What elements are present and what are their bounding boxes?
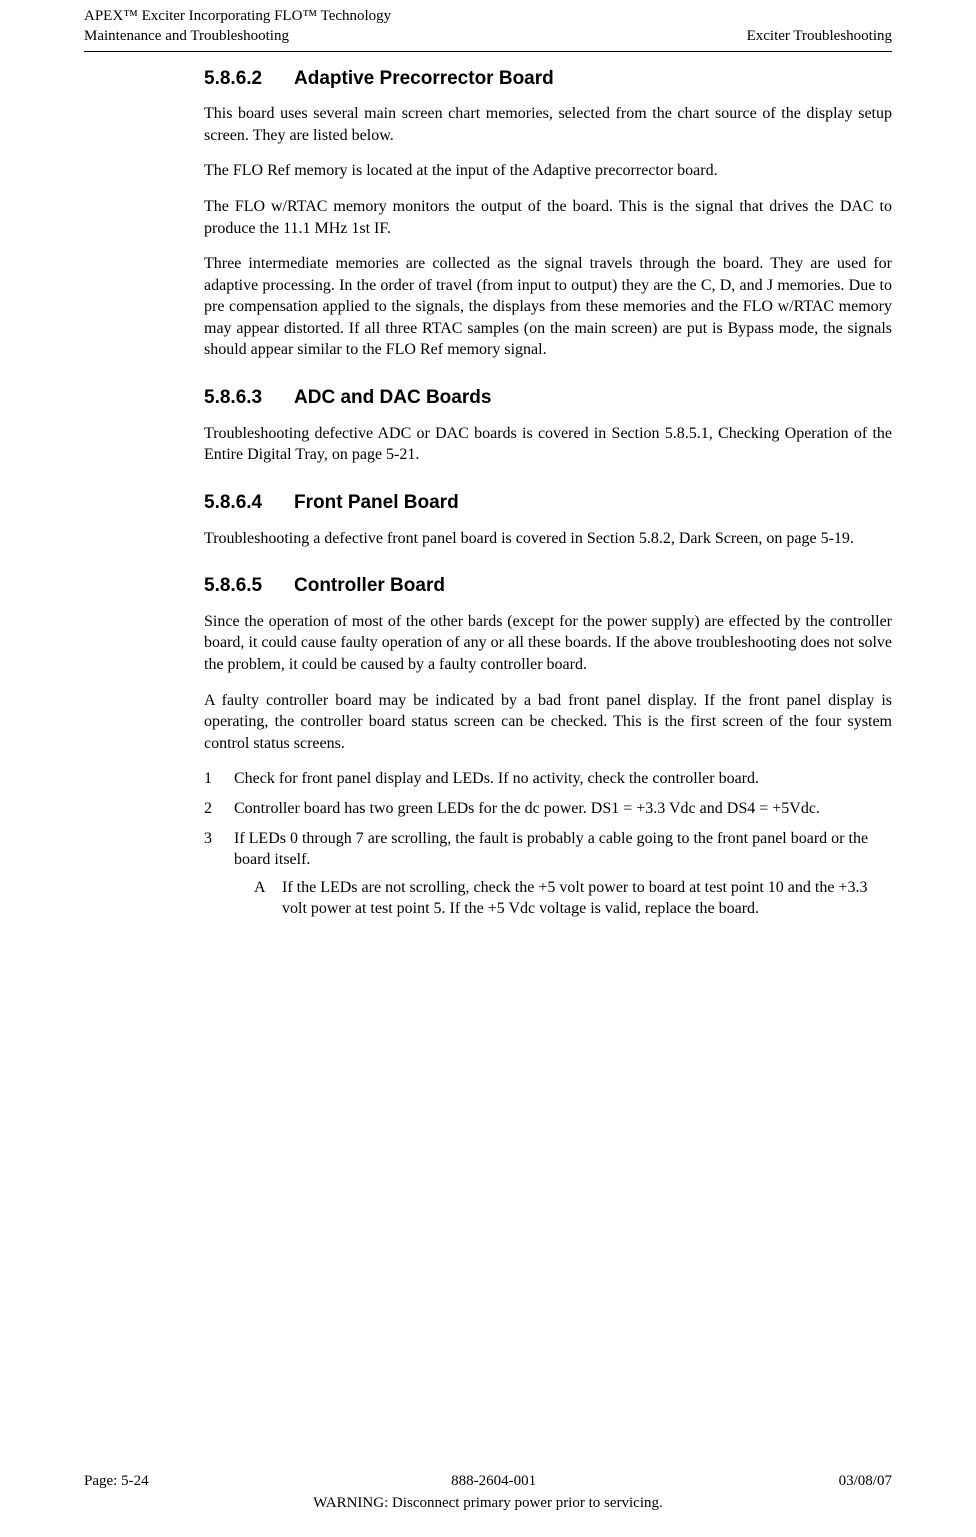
section-title: Front Panel Board [294, 492, 459, 513]
list-number: 1 [204, 768, 234, 790]
footer-warning: WARNING: Disconnect primary power prior … [84, 1493, 892, 1513]
list-text: Check for front panel display and LEDs. … [234, 768, 892, 790]
sublist-text: If the LEDs are not scrolling, check the… [282, 877, 892, 920]
section-number: 5.8.6.4 [204, 490, 290, 516]
paragraph: Troubleshooting defective ADC or DAC boa… [204, 423, 892, 466]
list-item: 1 Check for front panel display and LEDs… [204, 768, 892, 790]
running-head-left-1: APEX™ Exciter Incorporating FLO™ Technol… [84, 6, 391, 26]
paragraph: Since the operation of most of the other… [204, 611, 892, 676]
list-text: If LEDs 0 through 7 are scrolling, the f… [234, 828, 892, 871]
section-number: 5.8.6.3 [204, 385, 290, 411]
running-head-right: Exciter Troubleshooting [747, 26, 892, 46]
paragraph: This board uses several main screen char… [204, 103, 892, 146]
footer-date: 03/08/07 [839, 1471, 892, 1491]
sublist-letter: A [254, 877, 282, 920]
paragraph: A faulty controller board may be indicat… [204, 690, 892, 755]
list-item: 3 If LEDs 0 through 7 are scrolling, the… [204, 828, 892, 871]
section-title: ADC and DAC Boards [294, 387, 491, 408]
running-head-left-2: Maintenance and Troubleshooting [84, 26, 289, 46]
section-title: Controller Board [294, 575, 445, 596]
heading-5-8-6-2: 5.8.6.2 Adaptive Precorrector Board [204, 66, 892, 92]
heading-5-8-6-3: 5.8.6.3 ADC and DAC Boards [204, 385, 892, 411]
footer-doc-number: 888-2604-001 [451, 1471, 536, 1491]
heading-5-8-6-4: 5.8.6.4 Front Panel Board [204, 490, 892, 516]
page-footer: Page: 5-24 888-2604-001 03/08/07 WARNING… [84, 1471, 892, 1514]
paragraph: The FLO Ref memory is located at the inp… [204, 160, 892, 182]
sublist-item: A If the LEDs are not scrolling, check t… [254, 877, 892, 920]
heading-5-8-6-5: 5.8.6.5 Controller Board [204, 573, 892, 599]
list-number: 2 [204, 798, 234, 820]
numbered-list: 1 Check for front panel display and LEDs… [204, 768, 892, 920]
paragraph: Three intermediate memories are collecte… [204, 253, 892, 361]
list-text: Controller board has two green LEDs for … [234, 798, 892, 820]
section-title: Adaptive Precorrector Board [294, 68, 554, 89]
footer-page-number: Page: 5-24 [84, 1471, 149, 1491]
header-rule [84, 51, 892, 52]
list-number: 3 [204, 828, 234, 871]
list-item: 2 Controller board has two green LEDs fo… [204, 798, 892, 820]
section-number: 5.8.6.5 [204, 573, 290, 599]
section-number: 5.8.6.2 [204, 66, 290, 92]
paragraph: The FLO w/RTAC memory monitors the outpu… [204, 196, 892, 239]
paragraph: Troubleshooting a defective front panel … [204, 528, 892, 550]
